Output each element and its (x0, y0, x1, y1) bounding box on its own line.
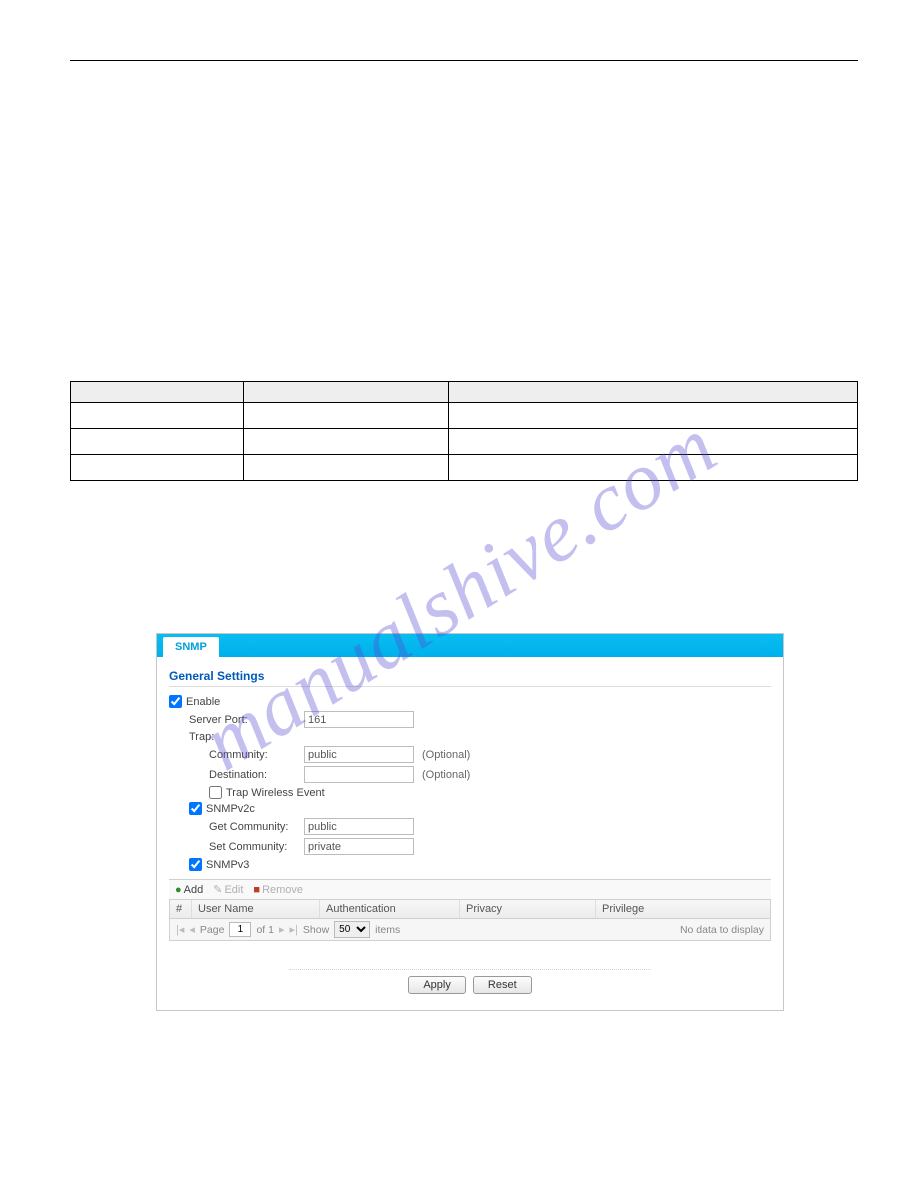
trap-header: Trap: (189, 731, 771, 743)
reset-button[interactable]: Reset (473, 976, 532, 994)
vt-h1 (71, 382, 244, 403)
col-auth[interactable]: Authentication (320, 900, 460, 918)
trap-destination-label: Destination: (209, 769, 304, 781)
vt-h2 (244, 382, 449, 403)
grid-toolbar: ●Add ✎Edit ■Remove (169, 879, 771, 900)
pager-show-label: Show (303, 924, 329, 936)
trap-community-input[interactable] (304, 746, 414, 763)
add-icon: ● (175, 884, 182, 896)
pager-prev-icon[interactable]: ◂ (189, 923, 195, 936)
grid-header: # User Name Authentication Privacy Privi… (169, 900, 771, 919)
col-username[interactable]: User Name (192, 900, 320, 918)
snmpv3-label: SNMPv3 (206, 859, 249, 871)
remove-icon: ■ (253, 884, 260, 896)
pager: |◂ ◂ Page of 1 ▸ ▸| Show 50 items No dat… (169, 919, 771, 941)
get-community-input[interactable] (304, 818, 414, 835)
table-row (71, 429, 858, 455)
trap-wireless-label: Trap Wireless Event (226, 787, 325, 799)
pager-last-icon[interactable]: ▸| (290, 923, 298, 936)
pager-page-pre: Page (200, 924, 225, 936)
apply-button[interactable]: Apply (408, 976, 466, 994)
server-port-input[interactable] (304, 711, 414, 728)
snmpv3-checkbox[interactable] (189, 858, 202, 871)
edit-button[interactable]: ✎Edit (213, 883, 243, 896)
trap-community-optional: (Optional) (422, 749, 470, 761)
trap-community-label: Community: (209, 749, 304, 761)
edit-icon: ✎ (213, 884, 222, 896)
snmpv2c-label: SNMPv2c (206, 803, 255, 815)
pager-items-label: items (375, 924, 400, 936)
trap-wireless-checkbox[interactable] (209, 786, 222, 799)
section-title: General Settings (169, 665, 771, 687)
trap-destination-optional: (Optional) (422, 769, 470, 781)
add-button[interactable]: ●Add (175, 884, 203, 896)
get-community-label: Get Community: (209, 821, 304, 833)
pager-nodata: No data to display (680, 924, 764, 936)
tab-snmp[interactable]: SNMP (163, 637, 219, 657)
vt-h3 (448, 382, 857, 403)
set-community-input[interactable] (304, 838, 414, 855)
action-row: Apply Reset (289, 969, 651, 996)
enable-label: Enable (186, 696, 220, 708)
pager-first-icon[interactable]: |◂ (176, 923, 184, 936)
table-row (71, 455, 858, 481)
set-community-label: Set Community: (209, 841, 304, 853)
remove-label: Remove (262, 884, 303, 896)
pager-size-select[interactable]: 50 (334, 921, 370, 938)
server-port-label: Server Port: (189, 714, 304, 726)
col-num[interactable]: # (170, 900, 192, 918)
snmp-panel: SNMP General Settings Enable Server Port… (156, 633, 784, 1011)
header-rule (70, 60, 858, 61)
add-label: Add (184, 884, 204, 896)
col-privacy[interactable]: Privacy (460, 900, 596, 918)
tab-strip: SNMP (157, 634, 783, 657)
col-privilege[interactable]: Privilege (596, 900, 770, 918)
table-row (71, 403, 858, 429)
pager-next-icon[interactable]: ▸ (279, 923, 285, 936)
trap-destination-input[interactable] (304, 766, 414, 783)
version-table (70, 381, 858, 481)
pager-page-post: of 1 (256, 924, 274, 936)
snmpv2c-checkbox[interactable] (189, 802, 202, 815)
remove-button[interactable]: ■Remove (253, 884, 303, 896)
pager-page-input[interactable] (229, 922, 251, 937)
edit-label: Edit (224, 884, 243, 896)
enable-checkbox[interactable] (169, 695, 182, 708)
